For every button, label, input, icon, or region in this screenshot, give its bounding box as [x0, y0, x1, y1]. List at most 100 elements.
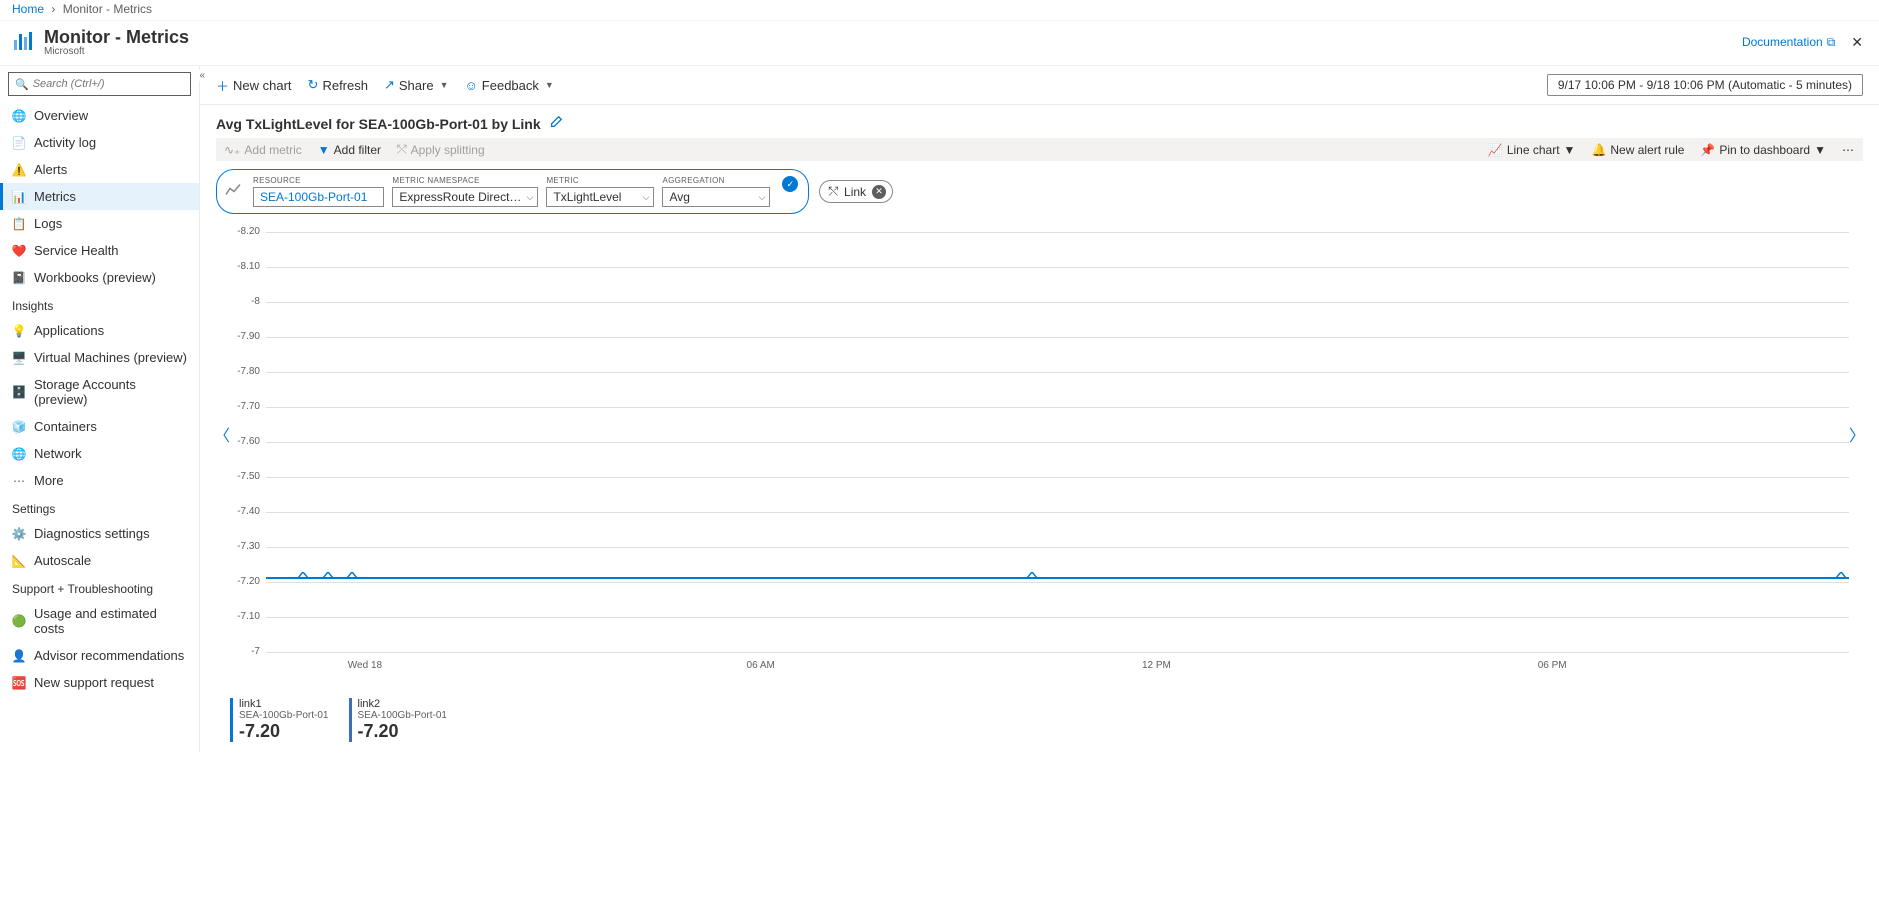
more-options-button[interactable]: ⋯	[1842, 143, 1855, 157]
share-button[interactable]: ↗Share▼	[384, 76, 449, 95]
new-chart-button[interactable]: ＋New chart	[216, 76, 292, 95]
split-icon: ⤲	[828, 184, 838, 199]
legend-series-value: -7.20	[239, 721, 329, 742]
feedback-button[interactable]: ☺Feedback▼	[465, 76, 554, 95]
refresh-button[interactable]: ↻Refresh	[308, 76, 368, 95]
edit-icon[interactable]	[549, 115, 563, 132]
alert-icon: 🔔	[1591, 143, 1606, 157]
sidebar-item-logs[interactable]: 📋Logs	[0, 210, 199, 237]
support-icon: 🆘	[12, 676, 26, 690]
add-filter-button[interactable]: ▼Add filter	[318, 142, 381, 157]
y-axis-label: -7.40	[230, 506, 260, 517]
line-chart-icon: 📈	[1488, 143, 1503, 157]
sidebar-item-advisor-recommendations[interactable]: 👤Advisor recommendations	[0, 642, 199, 669]
metric-selector[interactable]: TxLightLevel⌵	[546, 187, 654, 207]
smiley-icon: ☺	[465, 78, 478, 93]
add-metric-button[interactable]: ∿₊Add metric	[224, 142, 302, 157]
resource-selector[interactable]: SEA-100Gb-Port-01	[253, 187, 384, 207]
namespace-selector[interactable]: ExpressRoute Direct…⌵	[392, 187, 538, 207]
chart-next-button[interactable]: 〉	[1849, 422, 1865, 446]
filter-icon: ▼	[318, 143, 330, 157]
time-range-picker[interactable]: 9/17 10:06 PM - 9/18 10:06 PM (Automatic…	[1547, 74, 1863, 96]
sidebar-item-virtual-machines-preview-[interactable]: 🖥️Virtual Machines (preview)	[0, 344, 199, 371]
sidebar-group-label: Insights	[0, 291, 199, 317]
sidebar-item-diagnostics-settings[interactable]: ⚙️Diagnostics settings	[0, 520, 199, 547]
data-marker	[323, 572, 331, 578]
search-input[interactable]	[33, 78, 184, 90]
sidebar-item-containers[interactable]: 🧊 Containers	[0, 413, 199, 440]
pin-dashboard-button[interactable]: 📌Pin to dashboard▼	[1700, 143, 1826, 157]
gridline	[266, 407, 1849, 408]
sidebar-item-network[interactable]: 🌐Network	[0, 440, 199, 467]
legend-series-name: link2	[358, 698, 448, 710]
secondary-toolbar: ∿₊Add metric ▼Add filter ⤲Apply splittin…	[216, 138, 1863, 161]
sidebar-item-label: Containers	[34, 419, 97, 434]
sidebar-item-label: Usage and estimated costs	[34, 606, 187, 636]
sidebar-group-label: Support + Troubleshooting	[0, 574, 199, 600]
breadcrumb-current: Monitor - Metrics	[63, 2, 152, 16]
metric-picker: RESOURCE SEA-100Gb-Port-01 METRIC NAMESP…	[216, 169, 809, 214]
sidebar-item-overview[interactable]: 🌐Overview	[0, 102, 199, 129]
documentation-link[interactable]: Documentation ⧉	[1742, 35, 1835, 50]
sidebar-item-activity-log[interactable]: 📄Activity log	[0, 129, 199, 156]
autoscale-icon: 📐	[12, 554, 26, 568]
metric-label: METRIC	[546, 176, 654, 185]
sidebar-search[interactable]: 🔍	[8, 72, 191, 96]
network-icon: 🌐	[12, 447, 26, 461]
chevron-down-icon: ▼	[440, 80, 449, 90]
sidebar-item-label: Metrics	[34, 189, 76, 204]
sidebar-item-new-support-request[interactable]: 🆘 New support request	[0, 669, 199, 696]
sidebar-item-applications[interactable]: 💡Applications	[0, 317, 199, 344]
y-axis-label: -8.20	[230, 226, 260, 237]
sidebar-item-usage-and-estimated-costs[interactable]: 🟢 Usage and estimated costs	[0, 600, 199, 642]
data-marker	[347, 572, 355, 578]
y-axis-label: -7.50	[230, 471, 260, 482]
share-icon: ↗	[384, 77, 395, 93]
sidebar-item-storage-accounts-preview-[interactable]: 🗄️Storage Accounts (preview)	[0, 371, 199, 413]
aggregation-selector[interactable]: Avg⌵	[662, 187, 770, 207]
sidebar-item-label: More	[34, 473, 64, 488]
legend-item-link2[interactable]: link2SEA-100Gb-Port-01-7.20	[349, 698, 448, 742]
usage-icon: 🟢	[12, 614, 26, 628]
chart-title: Avg TxLightLevel for SEA-100Gb-Port-01 b…	[216, 116, 541, 132]
remove-chip-button[interactable]: ✕	[872, 185, 886, 199]
legend-series-resource: SEA-100Gb-Port-01	[358, 710, 448, 721]
close-button[interactable]: ✕	[1847, 32, 1867, 53]
page-title: Monitor - Metrics	[44, 27, 189, 48]
apply-splitting-button[interactable]: ⤲Apply splitting	[397, 142, 485, 157]
data-series-line	[266, 577, 1849, 579]
sidebar-item-workbooks-preview-[interactable]: 📓 Workbooks (preview)	[0, 264, 199, 291]
x-axis-label: 06 AM	[747, 660, 775, 671]
breadcrumb-home[interactable]: Home	[12, 2, 44, 16]
sidebar-item-label: New support request	[34, 675, 154, 690]
new-alert-button[interactable]: 🔔New alert rule	[1591, 143, 1684, 157]
workbook-icon: 📓	[12, 271, 26, 285]
y-axis-label: -7.10	[230, 611, 260, 622]
refresh-icon: ↻	[308, 77, 319, 93]
legend-item-link1[interactable]: link1SEA-100Gb-Port-01-7.20	[230, 698, 329, 742]
chart-area[interactable]: 〈 〉 -8.20-8.10-8-7.90-7.80-7.70-7.60-7.5…	[230, 222, 1849, 692]
x-axis-label: Wed 18	[348, 660, 382, 671]
chart-prev-button[interactable]: 〈	[214, 422, 230, 446]
split-by-chip[interactable]: ⤲ Link ✕	[819, 180, 893, 203]
legend-series-value: -7.20	[358, 721, 448, 742]
alert-icon: ⚠️	[12, 163, 26, 177]
x-axis-label: 12 PM	[1142, 660, 1171, 671]
y-axis-label: -7.90	[230, 331, 260, 342]
sidebar-item-label: Advisor recommendations	[34, 648, 184, 663]
gridline	[266, 442, 1849, 443]
gridline	[266, 617, 1849, 618]
sidebar-item-metrics[interactable]: 📊Metrics	[0, 183, 199, 210]
container-icon: 🧊	[12, 420, 26, 434]
sidebar-item-label: Workbooks (preview)	[34, 270, 156, 285]
sidebar-item-label: Alerts	[34, 162, 67, 177]
sidebar-item-more[interactable]: ⋯More	[0, 467, 199, 494]
chart-line-icon	[225, 182, 241, 201]
y-axis-label: -7.30	[230, 541, 260, 552]
sidebar-item-alerts[interactable]: ⚠️ Alerts	[0, 156, 199, 183]
vm-icon: 🖥️	[12, 351, 26, 365]
sidebar-item-label: Applications	[34, 323, 104, 338]
sidebar-item-service-health[interactable]: ❤️Service Health	[0, 237, 199, 264]
sidebar-item-autoscale[interactable]: 📐Autoscale	[0, 547, 199, 574]
chart-type-selector[interactable]: 📈Line chart▼	[1488, 143, 1576, 157]
